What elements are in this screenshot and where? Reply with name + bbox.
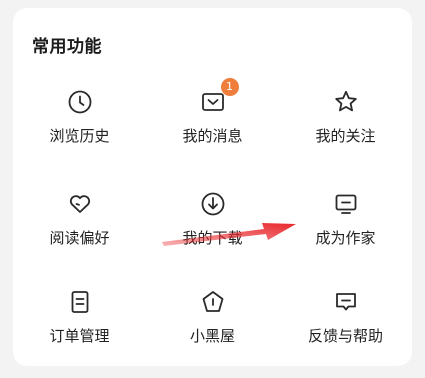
grid-item-label: 反馈与帮助 [307, 327, 383, 345]
grid-item-browse-history[interactable]: 浏览历史 [13, 80, 146, 172]
section-title: 常用功能 [32, 37, 102, 57]
grid-item-reading-preferences[interactable]: 阅读偏好 [13, 182, 146, 274]
grid-item-my-follows[interactable]: 我的关注 [279, 80, 412, 172]
grid-item-become-writer[interactable]: 成为作家 [279, 182, 412, 274]
grid-item-label: 我的关注 [315, 127, 376, 145]
unread-count-badge: 1 [220, 78, 239, 96]
grid-item-label: 我的消息 [182, 127, 243, 145]
grid-item-label: 小黑屋 [189, 327, 235, 345]
grid-item-label: 我的下载 [182, 229, 243, 247]
grid-item-order-management[interactable]: 订单管理 [13, 280, 146, 372]
grid-item-my-downloads[interactable]: 我的下载 [146, 182, 279, 274]
monitor-icon [332, 190, 360, 218]
grid-item-feedback-help[interactable]: 反馈与帮助 [279, 280, 412, 372]
grid-item-label: 阅读偏好 [49, 229, 110, 247]
common-functions-card: 常用功能 浏览历史 1 我的消息 我的关注 阅读偏好 我的下载 成为作家 订单管… [13, 8, 412, 366]
message-inbox-icon: 1 [199, 78, 239, 116]
chat-help-icon [332, 288, 360, 316]
star-icon [332, 88, 360, 116]
grid-item-label: 浏览历史 [49, 127, 110, 145]
function-grid: 浏览历史 1 我的消息 我的关注 阅读偏好 我的下载 成为作家 订单管理 小黑屋… [13, 78, 412, 360]
grid-item-label: 订单管理 [49, 327, 110, 345]
pentagon-alert-icon [199, 288, 227, 316]
grid-item-blacklist-room[interactable]: 小黑屋 [146, 280, 279, 372]
heart-icon [66, 190, 94, 218]
document-icon [66, 288, 94, 316]
download-icon [199, 190, 227, 218]
clock-icon [66, 88, 94, 116]
grid-item-my-messages[interactable]: 1 我的消息 [146, 78, 279, 172]
grid-item-label: 成为作家 [315, 229, 376, 247]
